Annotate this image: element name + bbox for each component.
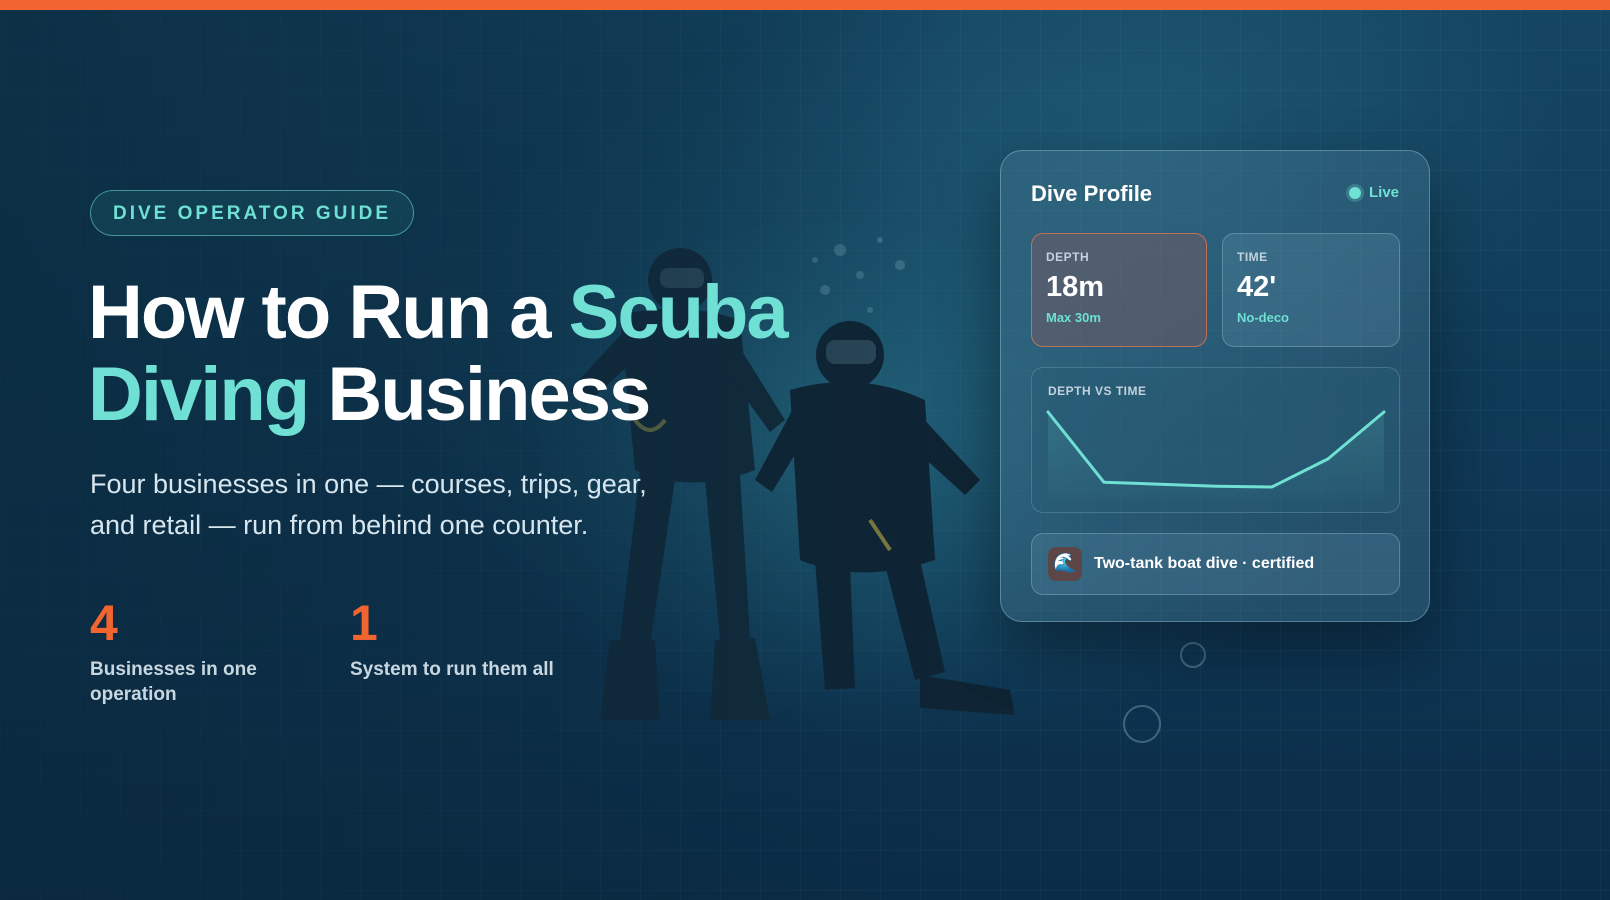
depth-metric-tile[interactable]: DEPTH 18m Max 30m (1031, 233, 1207, 347)
stat-system: 1 System to run them all (350, 595, 560, 682)
subtitle: Four businesses in one — courses, trips,… (90, 469, 647, 540)
live-label: Live (1368, 184, 1399, 201)
stat-label: Businesses in one operation (90, 659, 257, 705)
stat-number: 1 (350, 595, 378, 651)
stat-businesses: 4 Businesses in one operation (90, 595, 300, 707)
trip-item[interactable]: 🌊 Two-tank boat dive · certified (1031, 533, 1400, 595)
title-accent-scuba: Scuba (568, 270, 789, 355)
page-title: How to Run a Scuba Diving Business (88, 272, 808, 436)
wave-icon: 🌊 (1048, 547, 1082, 581)
depth-vs-time-chart (1046, 410, 1386, 500)
metric-sub: No-deco (1237, 310, 1289, 325)
depth-chart-panel: DEPTH VS TIME (1031, 367, 1400, 513)
dive-profile-card: Dive Profile Live DEPTH 18m Max 30m TIME… (1000, 150, 1430, 622)
live-dot-icon (1348, 186, 1361, 199)
live-status: Live (1348, 184, 1399, 201)
stat-number: 4 (90, 595, 118, 651)
metric-label: DEPTH (1046, 250, 1090, 264)
metric-value: 18m (1046, 271, 1105, 303)
time-metric-tile[interactable]: TIME 42' No-deco (1222, 233, 1400, 347)
stat-label: System to run them all (350, 659, 554, 680)
chart-label: DEPTH VS TIME (1048, 384, 1147, 398)
title-part-2: Business (308, 352, 651, 437)
top-accent-bar (0, 0, 1610, 10)
metric-label: TIME (1237, 250, 1268, 264)
metric-value: 42' (1237, 271, 1277, 303)
metric-sub: Max 30m (1046, 310, 1101, 325)
title-accent-diving: Diving (88, 352, 310, 437)
card-title: Dive Profile (1031, 181, 1153, 206)
title-part-1: How to Run a (88, 270, 569, 355)
trip-label: Two-tank boat dive · certified (1094, 555, 1315, 572)
category-badge: DIVE OPERATOR GUIDE (90, 190, 414, 236)
